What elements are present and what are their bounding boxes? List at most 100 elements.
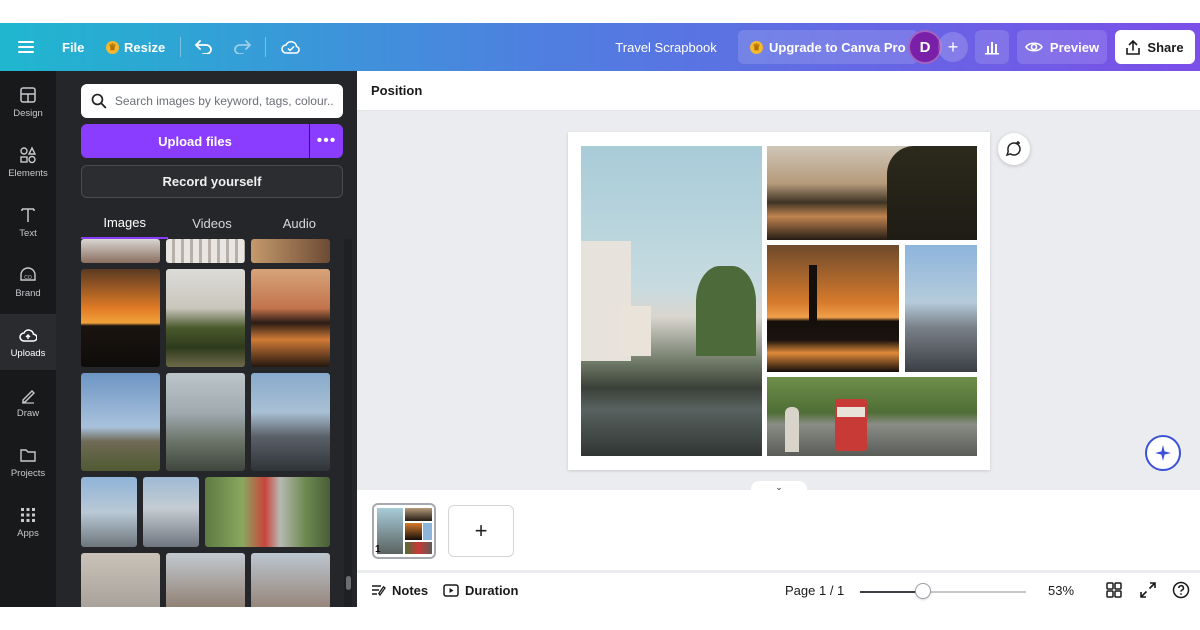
notes-label: Notes [392,582,429,598]
brand-icon: CO [20,266,36,281]
search-icon [91,93,107,109]
resize-button[interactable]: ♛ Resize [106,23,165,71]
search-box[interactable] [81,84,343,118]
collage-photo-canal[interactable] [767,146,977,240]
fullscreen-icon[interactable] [1139,581,1157,599]
media-tabs: Images Videos Audio [81,207,343,239]
image-thumbnail[interactable] [251,373,330,471]
share-button[interactable]: Share [1115,30,1195,64]
upload-files-button[interactable]: Upload files [81,124,309,158]
notes-icon [372,584,386,596]
undo-icon[interactable] [192,23,216,71]
rail-label: Apps [17,527,39,539]
add-comment-icon[interactable] [998,133,1030,165]
search-input[interactable] [114,94,333,108]
image-thumbnail[interactable] [166,373,245,471]
folder-icon [20,448,36,462]
image-thumbnail[interactable] [81,239,160,263]
rail-label: Text [19,227,37,239]
collage-photo-tram[interactable] [767,377,977,456]
collage-photo-sunset-tower[interactable] [767,245,899,372]
uploads-panel: Upload files ••• Record yourself Images … [56,71,357,607]
zoom-level[interactable]: 53% [1048,573,1074,607]
layout-icon [20,86,36,103]
image-thumbnail[interactable] [143,477,199,547]
tab-audio[interactable]: Audio [256,207,343,239]
rail-label: Draw [16,407,40,419]
thumb-photo [405,508,432,521]
magic-sparkle-icon[interactable] [1145,435,1181,471]
crown-icon: ♛ [750,40,763,54]
duration-button[interactable]: Duration [443,573,518,607]
image-thumbnail[interactable] [251,239,330,263]
add-collaborator-icon[interactable]: + [938,32,968,62]
chevron-down-icon[interactable]: ⌄ [751,481,807,493]
image-thumbnail[interactable] [166,269,245,367]
image-thumbnail[interactable] [81,477,137,547]
image-thumbnail[interactable] [205,477,330,547]
tab-images[interactable]: Images [81,207,169,239]
text-icon [21,207,35,222]
crown-icon: ♛ [106,40,119,54]
rail-item-draw[interactable]: Draw [0,374,56,430]
image-thumbnail[interactable] [81,373,160,471]
divider [180,37,181,57]
page-count[interactable]: Page 1 / 1 [785,573,844,607]
file-menu-button[interactable]: File [62,23,84,71]
scrollbar-track[interactable] [344,239,352,607]
tab-videos[interactable]: Videos [168,207,255,239]
redo-icon[interactable] [230,23,254,71]
zoom-slider-handle[interactable] [915,583,932,599]
divider [265,37,266,57]
rail-item-text[interactable]: Text [0,194,56,250]
image-thumbnail[interactable] [166,239,245,263]
more-options-icon[interactable]: ••• [310,124,343,158]
document-title[interactable]: Travel Scrapbook [600,23,732,71]
zoom-slider-fill [860,591,924,593]
add-page-button[interactable]: + [448,505,514,557]
cloud-save-icon[interactable] [279,23,303,71]
image-thumbnail[interactable] [81,269,160,367]
upgrade-pro-button[interactable]: ♛ Upgrade to Canva Pro [738,30,918,64]
notes-button[interactable]: Notes [371,573,428,607]
thumb-photo [423,523,432,540]
collage-photo-street[interactable] [581,146,762,456]
position-button[interactable]: Position [371,83,422,98]
image-thumbnail[interactable] [251,553,330,607]
record-yourself-button[interactable]: Record yourself [81,165,343,198]
rail-label: Brand [15,287,41,299]
preview-button[interactable]: Preview [1017,30,1107,64]
cloud-upload-icon [19,328,37,342]
scrollbar-thumb[interactable] [346,576,351,590]
rail-label: Projects [10,467,46,479]
grid-view-icon[interactable] [1105,581,1123,599]
help-icon[interactable] [1172,581,1190,599]
rail-item-apps[interactable]: Apps [0,494,56,550]
upgrade-label: Upgrade to Canva Pro [769,39,906,55]
design-canvas[interactable] [568,132,990,470]
page-thumbnail[interactable] [372,503,436,559]
thumb-photo [405,542,432,554]
analytics-icon[interactable] [975,30,1009,64]
rail-item-projects[interactable]: Projects [0,434,56,490]
image-thumbnail[interactable] [166,553,245,607]
duration-label: Duration [465,582,519,598]
image-thumbnail[interactable] [251,269,330,367]
image-thumbnail[interactable] [81,553,160,607]
rail-item-brand[interactable]: CO Brand [0,254,56,310]
rail-label: Uploads [10,347,46,359]
rail-item-elements[interactable]: Elements [0,134,56,190]
tree-shape [887,146,977,240]
building-shape [621,306,651,356]
rail-item-design[interactable]: Design [0,74,56,130]
tram-window [837,407,865,417]
left-rail: Design Elements Text CO Brand Uploads Dr… [0,71,56,607]
avatar[interactable]: D [908,30,942,64]
rail-item-uploads[interactable]: Uploads [0,314,56,370]
resize-label: Resize [124,39,166,55]
collage-photo-city-view[interactable] [905,245,977,372]
menu-icon[interactable] [14,23,38,71]
rail-label: Elements [8,167,48,179]
share-label: Share [1147,39,1184,55]
top-bar: File ♛ Resize Travel Scrapbook ♛ Upgrade… [0,23,1200,71]
